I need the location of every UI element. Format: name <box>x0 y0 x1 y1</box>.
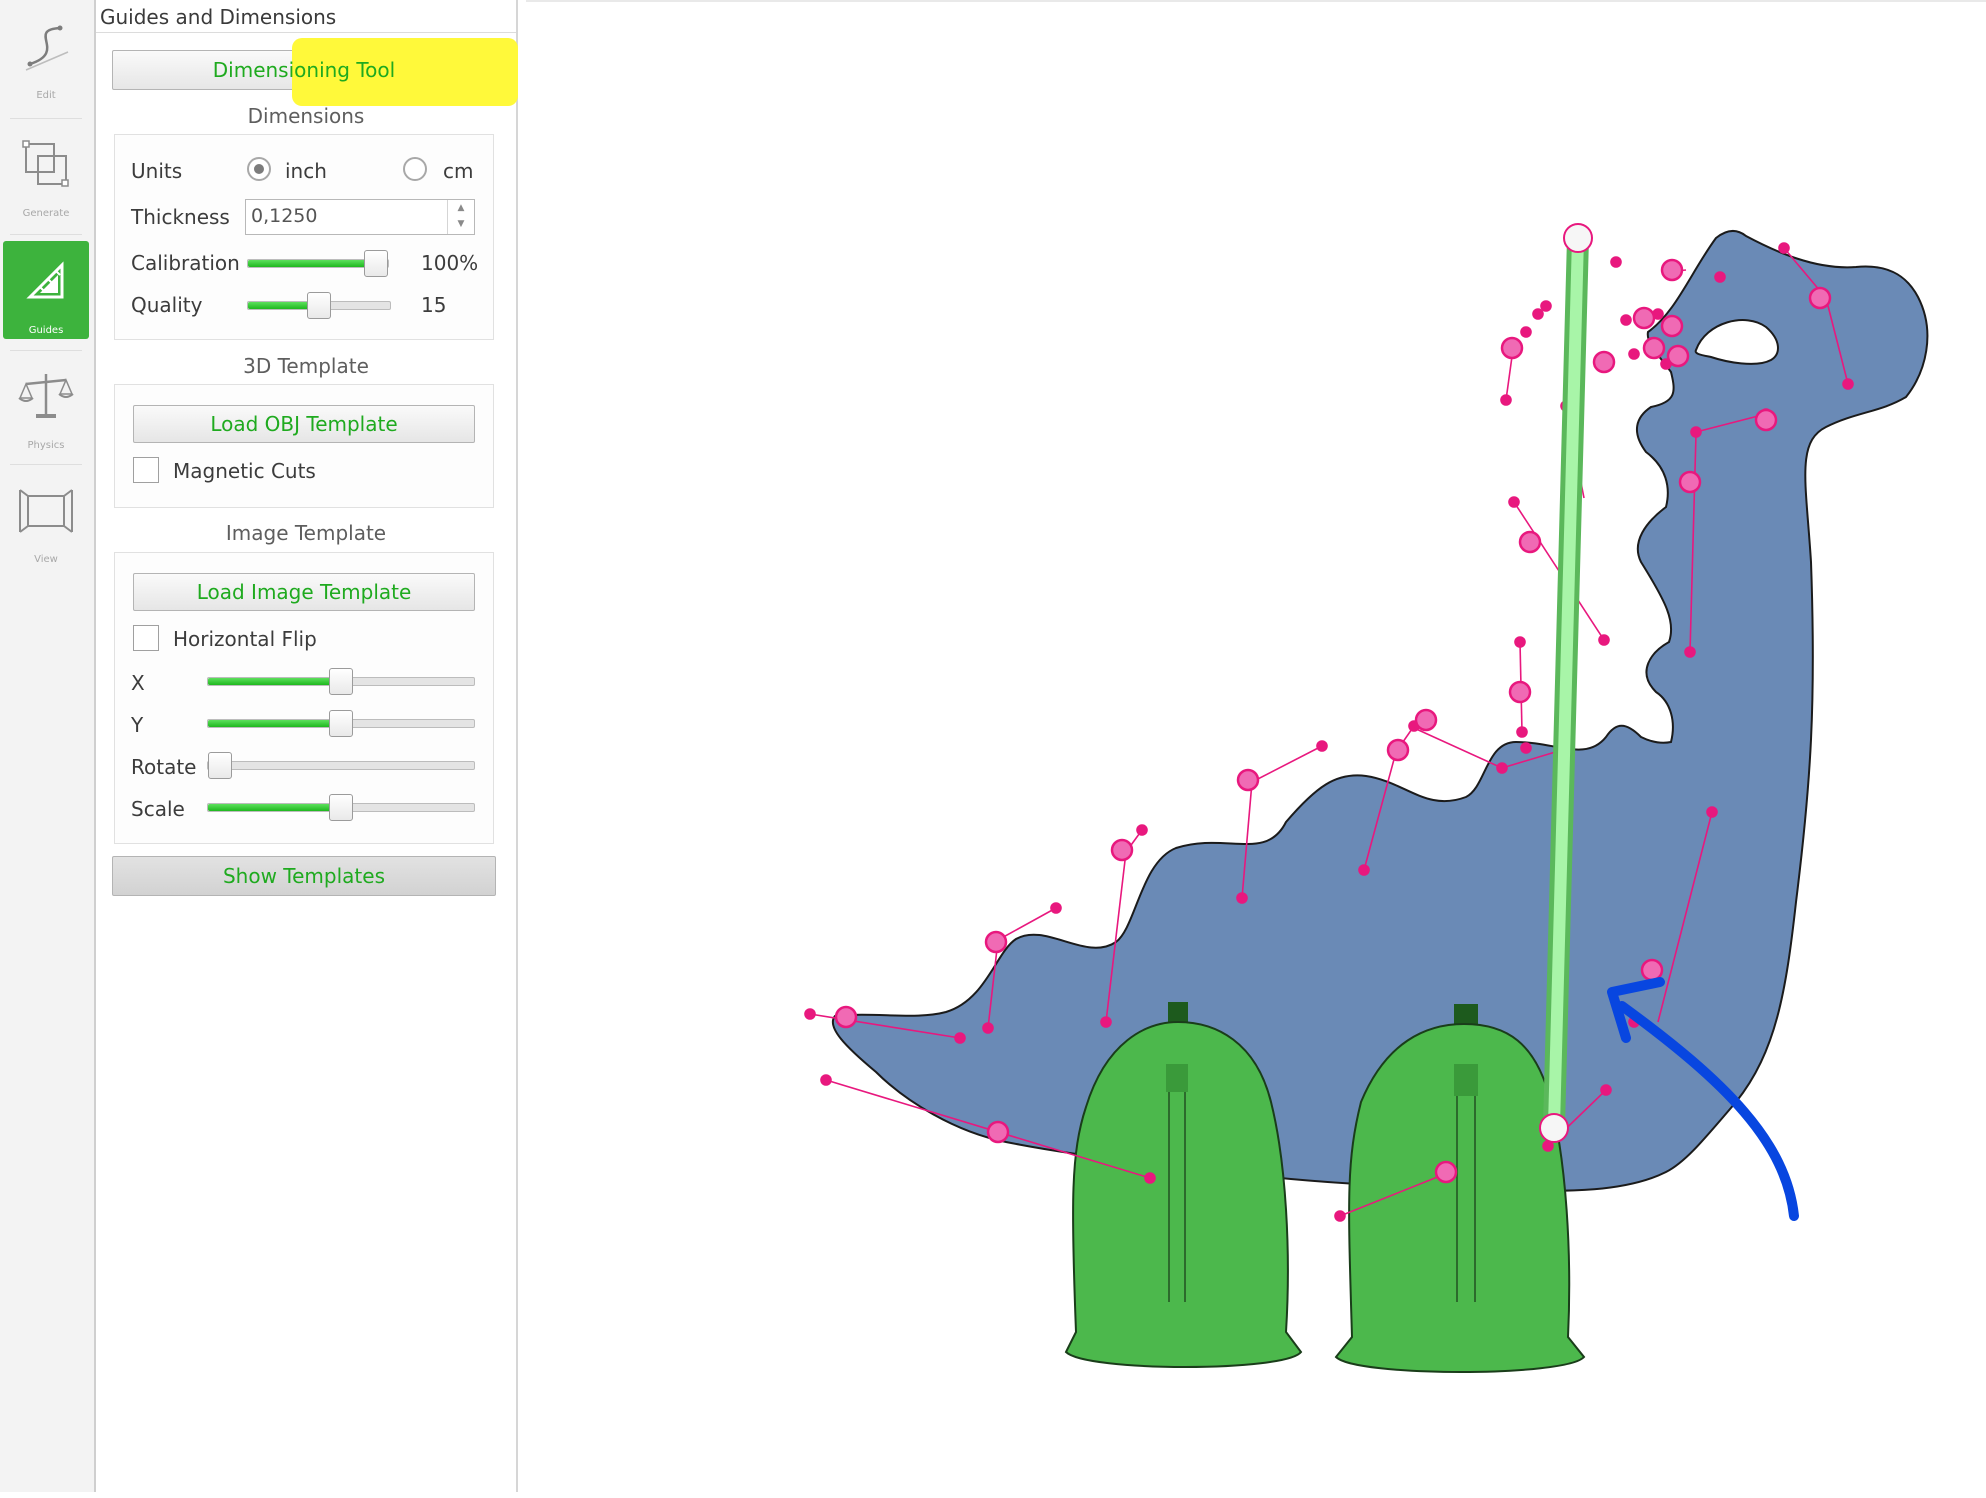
rail-view-label: View <box>34 554 58 565</box>
tool-rail: Edit Generate Guides Physics View <box>0 0 96 1492</box>
rail-divider <box>10 118 82 119</box>
rail-divider <box>10 464 82 465</box>
horizontal-flip-label: Horizontal Flip <box>173 627 317 651</box>
magnetic-cuts-checkbox[interactable] <box>133 457 159 483</box>
slider-handle[interactable] <box>364 250 388 277</box>
horizontal-flip-checkbox[interactable] <box>133 625 159 651</box>
rotate-label: Rotate <box>131 755 197 779</box>
unit-inch-label: inch <box>285 159 327 183</box>
guides-ruler-icon <box>26 261 64 299</box>
load-obj-template-button[interactable]: Load OBJ Template <box>133 405 475 443</box>
edit-curve-icon <box>25 25 69 71</box>
rail-physics-tool[interactable]: Physics <box>3 356 89 454</box>
rail-edit-label: Edit <box>36 90 56 101</box>
thickness-spinbox[interactable]: 0,1250 ▲ ▼ <box>245 199 475 235</box>
dinosaur-body-shape[interactable] <box>831 230 1929 1192</box>
template-3d-heading: 3D Template <box>243 354 369 378</box>
dimensioning-tool-label: Dimensioning Tool <box>212 58 396 82</box>
canvas-drawing <box>804 223 1929 1373</box>
thickness-label: Thickness <box>131 205 230 229</box>
calibration-slider[interactable] <box>247 250 389 277</box>
rail-edit-tool[interactable]: Edit <box>3 6 89 104</box>
show-templates-button[interactable]: Show Templates <box>112 856 496 896</box>
slider-fill <box>208 720 341 727</box>
dimensions-heading: Dimensions <box>247 104 365 128</box>
panel-title-divider <box>96 32 516 33</box>
design-canvas[interactable] <box>526 0 1986 1494</box>
image-template-group: Load Image Template Horizontal Flip X Y … <box>114 552 494 844</box>
dimensions-group: Units inch cm Thickness 0,1250 ▲ ▼ Calibr… <box>114 134 494 340</box>
load-image-template-button[interactable]: Load Image Template <box>133 573 475 611</box>
units-label: Units <box>131 159 183 183</box>
rail-view-tool[interactable]: View <box>3 470 89 568</box>
slider-handle[interactable] <box>329 794 353 821</box>
panel-title: Guides and Dimensions <box>100 5 337 29</box>
quality-label: Quality <box>131 293 203 317</box>
slider-fill <box>208 804 341 811</box>
x-label: X <box>131 671 145 695</box>
slider-handle[interactable] <box>329 710 353 737</box>
calibration-label: Calibration <box>131 251 240 275</box>
slider-handle[interactable] <box>208 752 232 779</box>
quality-value: 15 <box>421 293 447 317</box>
view-icon <box>19 489 73 533</box>
balance-scale-icon <box>18 374 74 418</box>
quality-slider[interactable] <box>247 292 391 319</box>
slider-handle[interactable] <box>329 668 353 695</box>
rail-guides-label: Guides <box>28 325 64 336</box>
magnetic-cuts-label: Magnetic Cuts <box>173 459 316 483</box>
rail-guides-tool[interactable]: Guides <box>3 241 89 339</box>
y-slider[interactable] <box>207 710 475 737</box>
rail-divider <box>10 350 82 351</box>
slider-fill <box>208 678 341 685</box>
unit-inch-radio[interactable] <box>247 157 271 181</box>
guide-end-handle[interactable] <box>1539 1113 1569 1143</box>
generate-icon <box>22 140 69 187</box>
y-label: Y <box>131 713 144 737</box>
calibration-value: 100% <box>421 251 479 275</box>
rail-generate-label: Generate <box>22 208 70 219</box>
x-slider[interactable] <box>207 668 475 695</box>
guide-start-handle[interactable] <box>1563 223 1593 253</box>
thickness-value: 0,1250 <box>251 205 318 227</box>
unit-cm-label: cm <box>443 159 474 183</box>
guides-panel: Guides and Dimensions Dimensioning Tool … <box>96 0 518 1492</box>
template-3d-group: Load OBJ Template Magnetic Cuts <box>114 384 494 508</box>
image-template-heading: Image Template <box>225 521 387 545</box>
scale-label: Scale <box>131 797 185 821</box>
scale-slider[interactable] <box>207 794 475 821</box>
unit-cm-radio[interactable] <box>403 157 427 181</box>
rail-divider <box>10 234 82 235</box>
rail-generate-tool[interactable]: Generate <box>3 124 89 222</box>
slider-handle[interactable] <box>307 292 331 319</box>
rail-physics-label: Physics <box>27 440 65 451</box>
spin-arrows[interactable]: ▲ ▼ <box>447 200 474 234</box>
rotate-slider[interactable] <box>207 752 475 779</box>
